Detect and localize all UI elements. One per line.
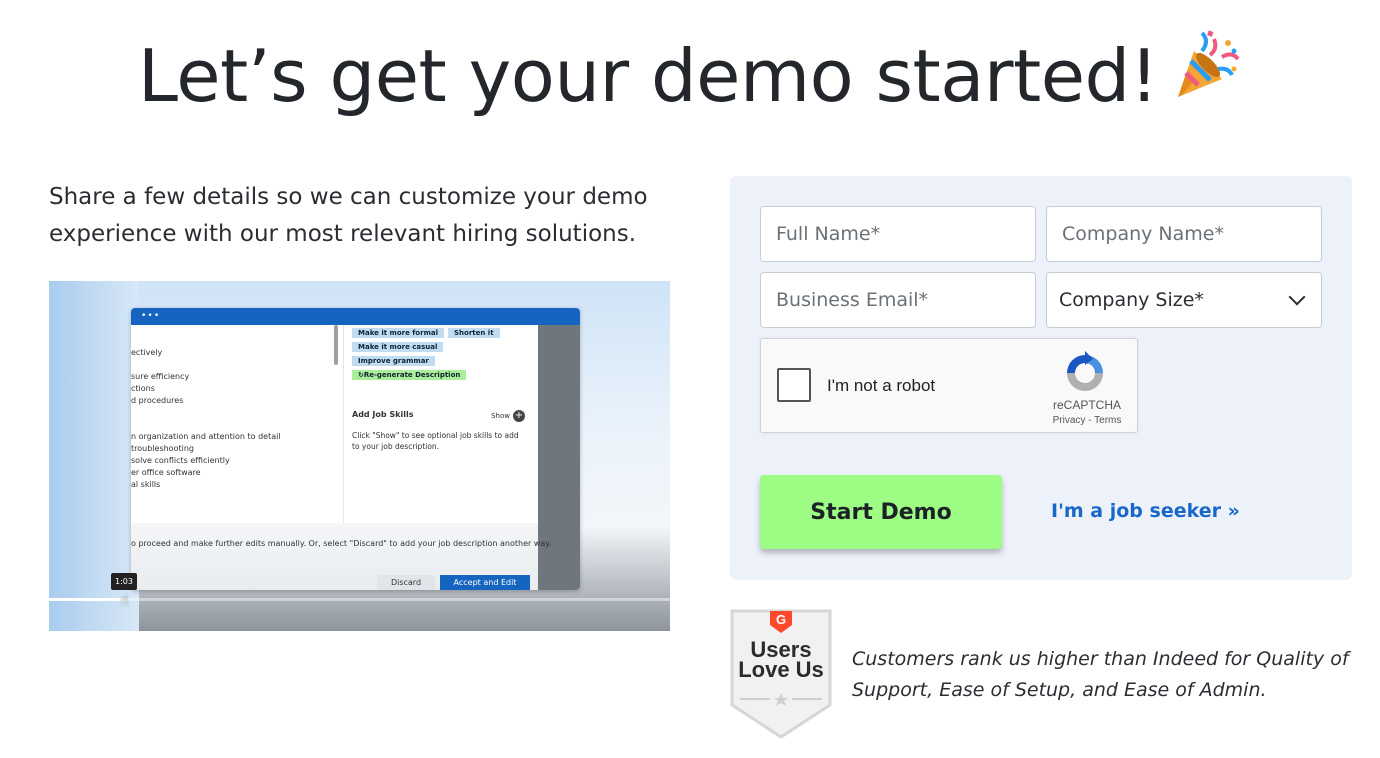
window-dark-panel xyxy=(538,325,580,590)
recaptcha-logo-icon xyxy=(1063,351,1107,399)
footer-message: o proceed and make further edits manuall… xyxy=(131,539,552,548)
demo-video-preview[interactable]: ••• ectively sure efficiency ctions d pr… xyxy=(49,281,670,631)
chip-regenerate: ↻Re-generate Description xyxy=(352,370,467,380)
party-popper-icon xyxy=(1172,29,1242,118)
window-dots-icon: ••• xyxy=(141,311,161,321)
discard-button: Discard xyxy=(377,575,435,590)
start-demo-button[interactable]: Start Demo xyxy=(760,475,1002,549)
chip-casual: Make it more casual xyxy=(352,342,444,352)
page-title-text: Let’s get your demo started! xyxy=(137,34,1159,118)
business-email-input[interactable] xyxy=(760,272,1036,328)
video-progress-fill xyxy=(49,598,128,601)
window-titlebar: ••• xyxy=(131,308,580,325)
recaptcha-brand: reCAPTCHA xyxy=(1052,398,1121,412)
intro-text: Share a few details so we can customize … xyxy=(49,184,648,247)
window-scrollbar xyxy=(334,325,338,365)
badge-text: Users Love Us xyxy=(730,639,832,682)
page-title: Let’s get your demo started! xyxy=(0,30,1380,126)
window-footer: o proceed and make further edits manuall… xyxy=(131,523,551,590)
app-window-screenshot: ••• ectively sure efficiency ctions d pr… xyxy=(131,308,580,590)
recaptcha-label: I'm not a robot xyxy=(827,376,936,395)
chip-shorten: Shorten it xyxy=(448,328,500,338)
recaptcha-privacy-terms-link[interactable]: Privacy - Terms xyxy=(1035,415,1139,426)
chip-formal: Make it more formal xyxy=(352,328,444,338)
badge-line-2: Love Us xyxy=(738,657,824,682)
demo-form: Company Size* I'm not a robot reCAPTCHA … xyxy=(730,176,1352,580)
chip-grammar: Improve grammar xyxy=(352,356,435,366)
accept-edit-button: Accept and Edit xyxy=(440,575,530,590)
company-size-label: Company Size* xyxy=(1059,289,1204,311)
chevron-down-icon xyxy=(1288,288,1306,306)
skills-heading: Add Job Skills Show + xyxy=(352,410,525,422)
skills-description: Click "Show" to see optional job skills … xyxy=(352,431,519,451)
company-size-select[interactable]: Company Size* xyxy=(1046,272,1322,328)
ai-edit-panel: Make it more formal Shorten it Make it m… xyxy=(343,325,533,523)
job-seeker-link[interactable]: I'm a job seeker » xyxy=(1051,500,1240,522)
video-time-tooltip: 1:03 xyxy=(111,573,137,590)
recaptcha-widget: I'm not a robot reCAPTCHA Privacy - Term… xyxy=(760,338,1138,433)
video-progress-bar[interactable] xyxy=(49,598,670,601)
recaptcha-checkbox[interactable] xyxy=(777,368,811,402)
plus-icon: + xyxy=(513,410,525,422)
job-description-text: ectively sure efficiency ctions d proced… xyxy=(131,348,281,489)
company-name-input[interactable] xyxy=(1046,206,1322,262)
hand-cursor-icon: ☝ xyxy=(120,593,129,609)
full-name-input[interactable] xyxy=(760,206,1036,262)
customer-quote: Customers rank us higher than Indeed for… xyxy=(852,648,1349,701)
g2-logo-icon: G xyxy=(775,612,787,627)
